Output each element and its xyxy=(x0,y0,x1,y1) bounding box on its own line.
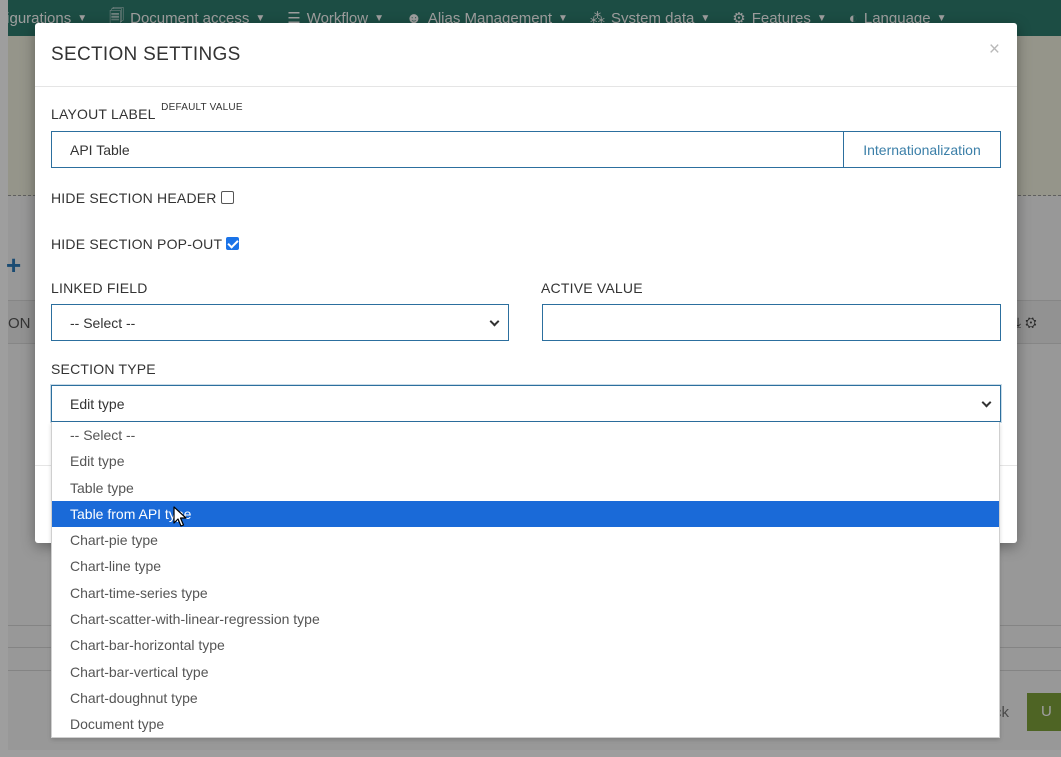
chevron-down-icon xyxy=(489,316,500,327)
layout-label-input[interactable] xyxy=(52,132,843,167)
section-type-option[interactable]: Chart-scatter-with-linear-regression typ… xyxy=(52,606,999,632)
section-type-options: -- Select -- Edit type Table type Table … xyxy=(51,422,1000,738)
section-type-option-highlighted[interactable]: Table from API type xyxy=(52,500,999,528)
hide-section-header-label: HIDE SECTION HEADER xyxy=(51,190,217,206)
modal-title: SECTION SETTINGS xyxy=(51,44,241,65)
layout-label-heading: LAYOUT LABEL DEFAULT VALUE xyxy=(51,102,243,122)
internationalization-button[interactable]: Internationalization xyxy=(843,132,1000,167)
section-type-option[interactable]: Table type xyxy=(52,475,999,501)
section-type-option[interactable]: Chart-bar-vertical type xyxy=(52,659,999,685)
section-type-option[interactable]: Chart-bar-horizontal type xyxy=(52,632,999,658)
section-type-option[interactable]: Document type xyxy=(52,711,999,737)
chevron-down-icon xyxy=(981,397,992,408)
section-type-option[interactable]: Edit type xyxy=(52,448,999,474)
active-value-input[interactable] xyxy=(542,304,1001,341)
linked-field-select[interactable]: -- Select -- xyxy=(51,304,509,341)
section-type-label: SECTION TYPE xyxy=(51,361,156,377)
modal-header: SECTION SETTINGS × xyxy=(35,23,1017,87)
close-icon[interactable]: × xyxy=(989,39,1000,61)
section-type-option[interactable]: Chart-pie type xyxy=(52,527,999,553)
hide-section-header-row: HIDE SECTION HEADER xyxy=(51,190,234,206)
active-value-label: ACTIVE VALUE xyxy=(541,280,643,296)
default-value-note: DEFAULT VALUE xyxy=(161,102,243,113)
mouse-pointer-icon xyxy=(173,506,187,527)
layout-label-text: LAYOUT LABEL xyxy=(51,106,156,122)
section-type-select[interactable]: Edit type xyxy=(51,385,1001,422)
section-type-option[interactable]: Chart-time-series type xyxy=(52,580,999,606)
section-type-option[interactable]: -- Select -- xyxy=(52,422,999,448)
section-type-value: Edit type xyxy=(70,395,125,412)
hide-section-header-checkbox[interactable] xyxy=(220,191,234,204)
layout-label-group: Internationalization xyxy=(51,131,1001,168)
hide-section-popout-row: HIDE SECTION POP-OUT xyxy=(51,236,240,252)
linked-field-value: -- Select -- xyxy=(70,314,136,331)
hide-section-popout-checkbox[interactable] xyxy=(226,237,240,250)
linked-field-label: LINKED FIELD xyxy=(51,280,148,296)
hide-section-popout-label: HIDE SECTION POP-OUT xyxy=(51,236,223,252)
section-type-option[interactable]: Chart-line type xyxy=(52,553,999,579)
section-type-option[interactable]: Chart-doughnut type xyxy=(52,685,999,711)
